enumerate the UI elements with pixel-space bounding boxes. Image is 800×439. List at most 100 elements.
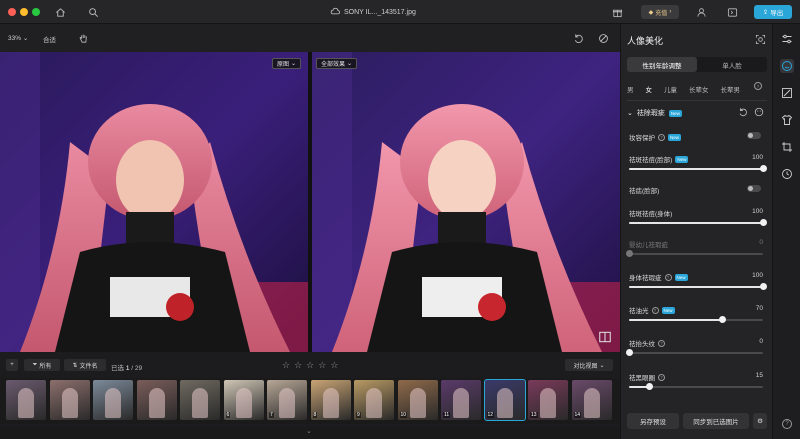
retouch-brush-icon[interactable] xyxy=(780,86,794,100)
tool-rail: ? xyxy=(772,24,800,439)
help-icon[interactable]: ? xyxy=(664,273,672,281)
adjust-slider[interactable] xyxy=(625,250,763,257)
more-options-button[interactable]: ⚙ xyxy=(753,413,767,429)
filmstrip-thumbnail[interactable]: 14 xyxy=(571,380,612,420)
user-icon[interactable] xyxy=(694,5,708,19)
add-photo-button[interactable]: + xyxy=(6,359,18,371)
crop-icon[interactable] xyxy=(780,140,794,154)
new-badge: New xyxy=(668,133,682,141)
slider-knob[interactable] xyxy=(625,250,633,257)
adjust-sliders-icon[interactable] xyxy=(780,32,794,46)
slider-knob[interactable] xyxy=(645,383,653,390)
help-icon[interactable]: ? xyxy=(658,133,665,141)
help-icon[interactable]: ? xyxy=(651,306,659,314)
filmstrip-thumbnail[interactable] xyxy=(6,380,46,420)
tab-female[interactable]: 女 xyxy=(646,84,653,96)
recharge-button[interactable]: ◆ 充值 › xyxy=(641,5,679,19)
adjust-slider[interactable] xyxy=(625,349,763,356)
chevron-down-icon[interactable]: ⌄ xyxy=(306,427,312,435)
slider-knob[interactable] xyxy=(759,219,767,226)
compare-canvas[interactable]: 原图 ⌄ 全部效果 ⌄ xyxy=(0,52,620,352)
portrait-face-icon[interactable] xyxy=(780,59,794,73)
star-icon[interactable]: ☆ xyxy=(306,360,314,371)
filmstrip-thumbnail[interactable]: 8 xyxy=(310,380,351,420)
search-icon[interactable] xyxy=(86,5,100,19)
adjust-slider[interactable] xyxy=(629,165,767,172)
adjust-slider[interactable] xyxy=(629,383,763,390)
mask-compare-icon[interactable] xyxy=(596,31,610,45)
filmstrip-thumbnail[interactable]: 9 xyxy=(354,380,394,420)
filter-all-button[interactable]: ⏷ 所有 xyxy=(24,359,60,371)
thumbnail-figure xyxy=(583,388,600,418)
home-icon[interactable] xyxy=(53,5,67,19)
filmstrip: 6 7 8 9 10 11 12 13 14 xyxy=(0,378,620,424)
filter-icon: ⏷ xyxy=(32,361,38,368)
face-settings-icon[interactable] xyxy=(753,106,765,118)
slider-knob[interactable] xyxy=(719,316,727,323)
adjust-slider[interactable] xyxy=(629,283,767,290)
portrait-image-original xyxy=(0,52,308,352)
thumbnail-figure xyxy=(366,388,382,418)
hand-tool-icon[interactable] xyxy=(76,31,90,45)
filmstrip-thumbnail[interactable]: 10 xyxy=(397,380,438,420)
filmstrip-thumbnail[interactable] xyxy=(49,380,90,420)
reset-icon[interactable] xyxy=(737,106,749,118)
tab-male[interactable]: 男 xyxy=(627,84,634,96)
adjust-row: 祛黑眼圈? 15 xyxy=(627,372,767,398)
filmstrip-thumbnail[interactable]: 6 xyxy=(223,380,264,420)
original-view-select[interactable]: 原图 ⌄ xyxy=(272,58,302,69)
filmstrip-thumbnail[interactable]: 12 xyxy=(483,379,526,421)
panel-toggle-icon[interactable] xyxy=(725,5,739,19)
help-icon[interactable]: ? xyxy=(658,339,665,347)
adjust-toggle[interactable] xyxy=(747,132,761,139)
filmstrip-thumbnail[interactable] xyxy=(180,380,220,420)
tab-gender-age[interactable]: 性别年龄调整 xyxy=(627,57,697,72)
section-blemish-header[interactable]: ⌄ 祛除瑕疵 New xyxy=(627,108,682,118)
compare-view-select[interactable]: 对比视图 ⌄ xyxy=(565,359,613,371)
adjust-slider[interactable] xyxy=(629,219,767,226)
adjust-slider[interactable] xyxy=(629,316,763,323)
slider-knob[interactable] xyxy=(625,349,633,356)
thumbnail-number: 9 xyxy=(356,412,361,418)
slider-knob[interactable] xyxy=(759,283,767,290)
star-icon[interactable]: ☆ xyxy=(318,360,326,371)
thumbnail-figure xyxy=(105,388,121,418)
sort-filename-button[interactable]: ⇅ 文件名 xyxy=(64,359,106,371)
gift-icon[interactable] xyxy=(610,5,624,19)
star-icon[interactable]: ☆ xyxy=(330,360,338,371)
sync-to-selected-button[interactable]: 同步到已选图片 xyxy=(683,413,749,429)
filmstrip-thumbnail[interactable]: 11 xyxy=(441,380,481,420)
minimize-window-button[interactable] xyxy=(20,8,28,16)
tab-elder-male[interactable]: 长辈男 xyxy=(721,84,741,96)
close-window-button[interactable] xyxy=(8,8,16,16)
adjust-value: 100 xyxy=(752,272,763,279)
filmstrip-thumbnail[interactable] xyxy=(93,380,133,420)
history-clock-icon[interactable] xyxy=(780,167,794,181)
help-icon[interactable]: ? xyxy=(753,81,763,91)
adjust-toggle[interactable] xyxy=(747,185,761,192)
original-photo[interactable]: 原图 ⌄ xyxy=(0,52,308,352)
zoom-select[interactable]: 33% ⌄ xyxy=(8,34,28,42)
diamond-icon: ◆ xyxy=(648,9,654,16)
help-icon[interactable]: ? xyxy=(780,417,794,431)
tab-elder-female[interactable]: 长辈女 xyxy=(689,84,709,96)
filmstrip-thumbnail[interactable]: 13 xyxy=(528,380,568,420)
fit-button[interactable]: 合适 xyxy=(43,34,56,44)
result-view-select[interactable]: 全部效果 ⌄ xyxy=(316,58,358,69)
export-button[interactable]: ⇪ 导出 xyxy=(754,5,792,19)
star-icon[interactable]: ☆ xyxy=(282,360,290,371)
face-detect-icon[interactable] xyxy=(753,32,767,46)
book-compare-icon[interactable] xyxy=(598,330,612,344)
tab-child[interactable]: 儿童 xyxy=(664,84,677,96)
slider-knob[interactable] xyxy=(759,165,767,172)
tab-single-face[interactable]: 单人脸 xyxy=(697,57,767,72)
filmstrip-thumbnail[interactable] xyxy=(136,380,177,420)
star-icon[interactable]: ☆ xyxy=(294,360,302,371)
filmstrip-thumbnail[interactable]: 7 xyxy=(267,380,307,420)
help-icon[interactable]: ? xyxy=(658,373,665,381)
maximize-window-button[interactable] xyxy=(32,8,40,16)
undo-icon[interactable] xyxy=(571,31,585,45)
clothing-icon[interactable] xyxy=(780,113,794,127)
result-photo[interactable]: 全部效果 ⌄ xyxy=(312,52,620,352)
save-preset-button[interactable]: 另存预设 xyxy=(627,413,679,429)
